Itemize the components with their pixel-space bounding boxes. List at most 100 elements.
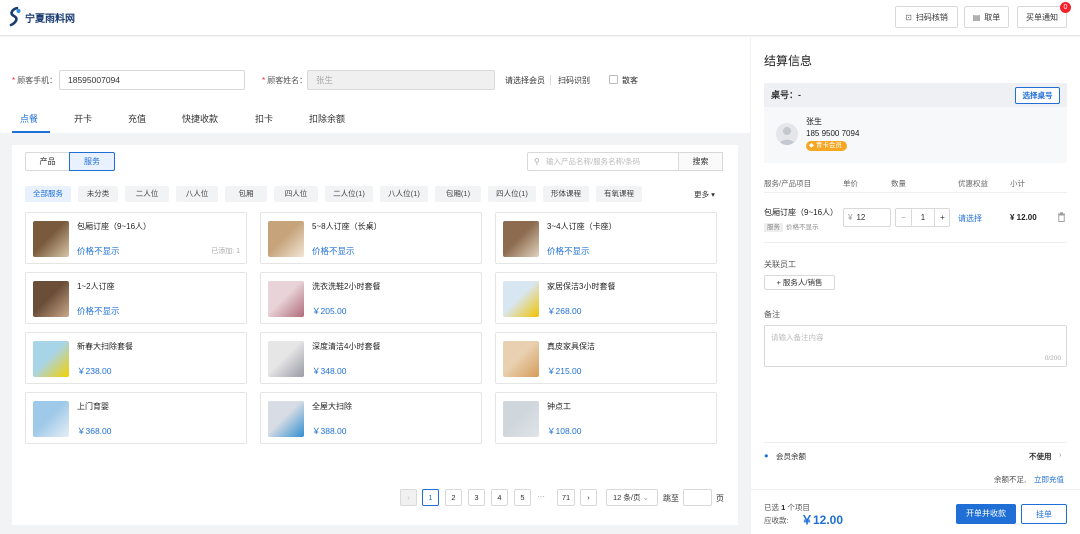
category-chip[interactable]: 全部服务 <box>25 186 71 202</box>
product-card[interactable]: 新春大扫除套餐 ￥238.00 <box>25 332 247 384</box>
scan-verify-button[interactable]: ⊡ 扫码核销 <box>895 6 958 28</box>
col-qty: 数量 <box>891 179 906 188</box>
product-card[interactable]: 洗衣洗鞋2小时套餐 ￥205.00 <box>260 272 482 324</box>
tab-deduct-card[interactable]: 扣卡 <box>255 113 273 135</box>
member-balance-row[interactable]: ● 会员余额 不使用 › <box>764 450 1067 464</box>
product-card[interactable]: 全屋大扫除 ￥388.00 <box>260 392 482 444</box>
page-button[interactable]: 5 <box>514 489 531 506</box>
segment-service[interactable]: 服务 <box>69 152 115 171</box>
tab-deduct-balance[interactable]: 扣除余额 <box>309 113 345 135</box>
category-chip[interactable]: 八人位 <box>176 186 218 202</box>
product-name: 洗衣洗鞋2小时套餐 <box>312 282 381 291</box>
category-chip[interactable]: 八人位(1) <box>380 186 428 202</box>
item-name: 包厢订座（9~16人） <box>764 208 839 217</box>
checkout-button[interactable]: 开单并收款 <box>956 504 1016 524</box>
select-benefit-link[interactable]: 请选择 <box>958 213 982 224</box>
prev-page-button[interactable]: ‹ <box>400 489 417 506</box>
product-name: 家居保洁3小时套餐 <box>547 282 616 291</box>
product-name: 上门育婴 <box>77 402 109 411</box>
insufficient-text: 余额不足, <box>994 475 1027 484</box>
product-name: 1~2人订座 <box>77 282 115 291</box>
unit-price-input[interactable]: ¥12 <box>843 208 891 227</box>
category-chip[interactable]: 未分类 <box>78 186 118 202</box>
page-button[interactable]: 2 <box>445 489 462 506</box>
product-name: 深度清洁4小时套餐 <box>312 342 381 351</box>
table-number: 桌号：- 选择桌号 <box>764 83 1067 107</box>
divider <box>764 242 1067 243</box>
category-chip[interactable]: 包厢 <box>225 186 267 202</box>
member-box: 桌号：- 选择桌号 张生 185 9500 7094 ◆ 青卡会员 <box>764 83 1067 163</box>
walk-in-checkbox[interactable] <box>609 75 618 84</box>
category-chip[interactable]: 包厢(1) <box>435 186 481 202</box>
product-card[interactable]: 1~2人订座 价格不显示 <box>25 272 247 324</box>
product-price: 价格不显示 <box>312 246 355 256</box>
recharge-link[interactable]: 立即充值 <box>1034 474 1064 485</box>
product-card[interactable]: 深度清洁4小时套餐 ￥348.00 <box>260 332 482 384</box>
next-page-button[interactable]: › <box>580 489 597 506</box>
trash-icon[interactable] <box>1057 212 1066 222</box>
avatar <box>776 123 798 145</box>
product-price: 价格不显示 <box>77 306 120 316</box>
tab-quick-pay[interactable]: 快捷收款 <box>182 113 218 135</box>
balance-label: 会员余额 <box>776 452 806 461</box>
category-chip[interactable]: 二人位 <box>125 186 169 202</box>
logo[interactable]: 宁夏雨料网 <box>8 7 75 27</box>
search-button[interactable]: 搜索 <box>678 152 723 171</box>
scan-recognize-link[interactable]: 扫码识别 <box>558 75 590 86</box>
minus-icon[interactable]: − <box>896 209 912 226</box>
logo-text: 宁夏雨料网 <box>25 13 75 25</box>
plus-icon[interactable]: + <box>934 209 950 226</box>
product-thumbnail <box>268 281 304 317</box>
page-button-last[interactable]: 71 <box>557 489 575 506</box>
product-thumbnail <box>33 281 69 317</box>
name-label: * 顾客姓名： <box>262 76 308 85</box>
hold-order-button[interactable]: 挂单 <box>1021 504 1067 524</box>
page-size-select[interactable]: 12 条/页 ⌄ <box>606 489 658 506</box>
category-chip[interactable]: 四人位 <box>274 186 318 202</box>
add-staff-button[interactable]: + 服务人/销售 <box>764 275 835 290</box>
take-order-button[interactable]: ▤ 取单 <box>964 6 1009 28</box>
product-card[interactable]: 钟点工 ￥108.00 <box>495 392 717 444</box>
purchase-notice-button[interactable]: 买单通知 0 <box>1017 2 1071 28</box>
quantity-stepper[interactable]: − 1 + <box>895 208 950 227</box>
product-card[interactable]: 包厢订座（9~16人） 价格不显示 已添加: 1 <box>25 212 247 264</box>
product-price: 价格不显示 <box>77 246 120 256</box>
select-member-link[interactable]: 请选择会员 <box>505 75 545 86</box>
category-chip[interactable]: 有氧课程 <box>596 186 642 202</box>
page-button[interactable]: 1 <box>422 489 439 506</box>
jump-input[interactable] <box>683 489 712 506</box>
product-card[interactable]: 家居保洁3小时套餐 ￥268.00 <box>495 272 717 324</box>
product-panel: 产品 服务 ⚲ 输入产品名称/服务名称/条码 搜索 全部服务 未分类 二人位 八人位包… <box>12 145 738 525</box>
product-name: 钟点工 <box>547 402 571 411</box>
category-chip[interactable]: 形体课程 <box>543 186 589 202</box>
product-price: ￥348.00 <box>312 366 347 376</box>
category-chip[interactable]: 二人位(1) <box>325 186 373 202</box>
product-card[interactable]: 真皮家具保洁 ￥215.00 <box>495 332 717 384</box>
product-thumbnail <box>268 221 304 257</box>
scan-icon: ⊡ <box>905 12 912 22</box>
product-card[interactable]: 上门育婴 ￥368.00 <box>25 392 247 444</box>
select-table-button[interactable]: 选择桌号 <box>1015 87 1060 104</box>
product-name: 5~8人订座（长桌） <box>312 222 382 231</box>
page-button[interactable]: 3 <box>468 489 485 506</box>
name-input[interactable]: 张生 <box>307 70 495 90</box>
product-name: 新春大扫除套餐 <box>77 342 133 351</box>
product-name: 真皮家具保洁 <box>547 342 595 351</box>
product-thumbnail <box>268 401 304 437</box>
staff-label: 关联员工 <box>764 260 796 269</box>
product-card[interactable]: 3~4人订座（卡座） 价格不显示 <box>495 212 717 264</box>
product-name: 包厢订座（9~16人） <box>77 222 152 231</box>
phone-input[interactable]: 18595007094 <box>59 70 245 90</box>
search-input[interactable]: ⚲ 输入产品名称/服务名称/条码 <box>527 152 679 171</box>
page-button[interactable]: 4 <box>491 489 508 506</box>
purchase-notice-label: 买单通知 <box>1026 12 1058 22</box>
more-categories-button[interactable]: 更多 ▾ <box>694 189 715 200</box>
category-chip[interactable]: 四人位(1) <box>488 186 536 202</box>
product-card[interactable]: 5~8人订座（长桌） 价格不显示 <box>260 212 482 264</box>
segment-product[interactable]: 产品 <box>25 152 70 171</box>
tab-recharge[interactable]: 充值 <box>128 113 146 135</box>
remark-count: 0/200 <box>1044 355 1061 362</box>
chevron-down-icon: ⌄ <box>642 493 649 502</box>
tab-open-card[interactable]: 开卡 <box>74 113 92 135</box>
remark-textarea[interactable]: 请输入备注内容 0/200 <box>764 325 1067 367</box>
